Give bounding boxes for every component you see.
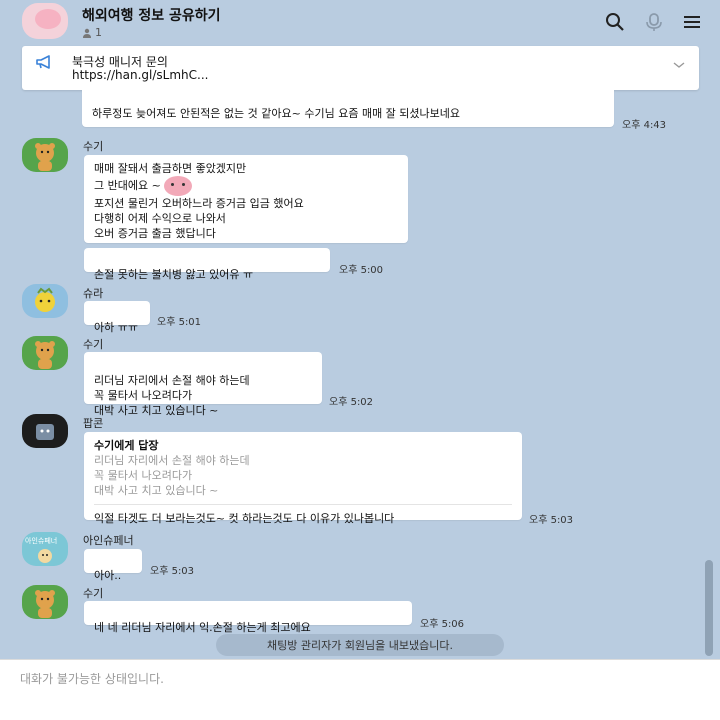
message-line: 포지션 물린거 오버하느라 증거금 입금 했어요 <box>94 197 304 210</box>
search-button[interactable] <box>604 11 626 33</box>
message-bubble[interactable]: 손절 못하는 불치병 앓고 있어유 ㅠ <box>84 248 330 281</box>
message-text: 아아.. <box>94 569 122 582</box>
avatar-sugi[interactable] <box>22 138 68 172</box>
bear-avatar-icon <box>35 341 55 369</box>
message-bubble[interactable]: 하루정도 늦어져도 안된적은 없는 것 같아요~ 수기님 요즘 매매 잘 되셨나… <box>82 90 614 127</box>
megaphone-icon <box>36 55 50 69</box>
message-bubble[interactable]: 네 네 리더님 자리에서 익.손절 하는게 최고에요 <box>84 601 412 634</box>
message-text: 하루정도 늦어져도 안된적은 없는 것 같아요~ 수기님 요즘 매매 잘 되셨나… <box>92 107 461 120</box>
notice-bar[interactable]: 북극성 매니저 문의 https://han.gl/sLmhC... <box>22 46 699 90</box>
message-text: 손절 못하는 불치병 앓고 있어유 ㅠ <box>94 268 254 281</box>
sender-name: 수기 <box>83 338 104 351</box>
reply-header: 수기에게 답장 <box>94 439 159 452</box>
character-avatar-icon <box>36 424 54 440</box>
message-bubble[interactable]: 매매 잘돼서 출금하면 좋았겠지만 그 반대에요 ~ 포지션 물린거 오버하느라… <box>84 155 408 243</box>
message-line: 오버 증거금 출금 했답니다 <box>94 227 216 240</box>
message-line: 매매 잘돼서 출금하면 좋았겠지만 <box>94 162 247 175</box>
chevron-down-icon[interactable] <box>673 60 685 70</box>
room-avatar[interactable] <box>22 3 68 39</box>
room-title: 해외여행 정보 공유하기 <box>82 8 221 24</box>
message-text: 익절 타겟도 더 보라는것도~ 컷 하라는것도 다 이유가 있나봅니다 <box>94 512 395 525</box>
avatar-sugi[interactable] <box>22 336 68 370</box>
message-bubble[interactable]: 아하 ㅠㅠ <box>84 301 150 334</box>
sender-name: 수기 <box>83 587 104 600</box>
member-count-value: 1 <box>95 26 102 39</box>
message-time: 오후 5:03 <box>150 566 195 577</box>
member-count[interactable]: 1 <box>82 26 102 39</box>
avatar-einspanner[interactable]: 아인슈페너 <box>22 532 68 566</box>
bear-avatar-icon <box>35 590 55 618</box>
reply-divider <box>94 504 512 505</box>
menu-button[interactable] <box>681 11 703 33</box>
message-time: 오후 5:01 <box>157 317 202 328</box>
message-line: 다행히 어제 수익으로 나와서 <box>94 212 226 225</box>
message-text: 리더님 자리에서 손절 해야 하는데 꼭 물타서 나오려다가 대박 사고 치고 … <box>94 374 250 417</box>
message-bubble[interactable]: 리더님 자리에서 손절 해야 하는데 꼭 물타서 나오려다가 대박 사고 치고 … <box>84 352 322 417</box>
reply-quote[interactable]: 리더님 자리에서 손절 해야 하는데 꼭 물타서 나오려다가 대박 사고 치고 … <box>94 453 512 498</box>
message-time: 오후 5:02 <box>329 397 374 408</box>
person-icon <box>83 28 91 38</box>
message-time: 오후 5:03 <box>529 515 574 526</box>
message-text: 네 네 리더님 자리에서 익.손절 하는게 최고에요 <box>94 621 311 634</box>
character-avatar-icon <box>35 287 55 312</box>
avatar-shura[interactable] <box>22 284 68 318</box>
emoticon-icon <box>164 176 193 196</box>
call-icon <box>646 13 662 31</box>
sender-name: 아인슈페너 <box>83 534 134 547</box>
message-time: 오후 4:43 <box>622 120 667 131</box>
search-icon <box>606 13 624 31</box>
message-bubble[interactable]: 아아.. <box>84 549 142 582</box>
system-message: 채팅방 관리자가 회원님을 내보냈습니다. <box>216 634 504 656</box>
avatar-caption: 아인슈페너 <box>25 537 58 545</box>
message-input-area: 대화가 불가능한 상태입니다. <box>0 659 720 720</box>
sender-name: 팝콘 <box>83 417 104 430</box>
call-button[interactable] <box>643 11 665 33</box>
bear-avatar-icon <box>35 143 55 171</box>
sender-name: 슈라 <box>83 287 104 300</box>
chat-header: 해외여행 정보 공유하기 1 <box>0 0 720 44</box>
message-line: 그 반대에요 ~ <box>94 176 398 196</box>
avatar-sugi[interactable] <box>22 585 68 619</box>
message-time: 오후 5:00 <box>339 265 384 276</box>
avatar-popcorn[interactable] <box>22 414 68 448</box>
message-time: 오후 5:06 <box>420 619 465 630</box>
input-disabled-text: 대화가 불가능한 상태입니다. <box>20 672 164 686</box>
scrollbar[interactable] <box>705 560 713 656</box>
notice-link[interactable]: https://han.gl/sLmhC... <box>72 68 208 82</box>
sender-name: 수기 <box>83 140 104 153</box>
message-text: 아하 ㅠㅠ <box>94 321 138 334</box>
reply-bubble[interactable]: 수기에게 답장 리더님 자리에서 손절 해야 하는데 꼭 물타서 나오려다가 대… <box>84 432 522 525</box>
menu-icon <box>684 16 700 28</box>
